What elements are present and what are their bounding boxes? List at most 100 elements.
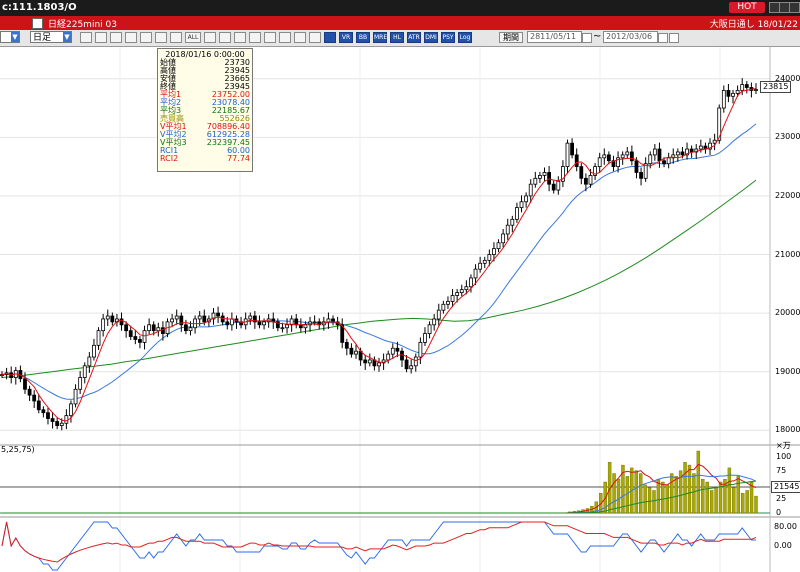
volume-bar xyxy=(683,462,687,514)
color-icon[interactable] xyxy=(279,32,291,43)
measure-icon[interactable] xyxy=(140,32,152,43)
window-title-bar: c:111.1803/O HOT xyxy=(0,0,800,16)
zoom-in-icon[interactable] xyxy=(80,32,92,43)
draw-icon[interactable] xyxy=(249,32,261,43)
move-icon[interactable] xyxy=(234,32,246,43)
candle-body xyxy=(492,248,496,255)
volume-bar xyxy=(732,487,736,514)
candle-body xyxy=(390,347,395,355)
candle-body xyxy=(469,277,473,288)
candle-body xyxy=(740,84,745,91)
trend-icon[interactable] xyxy=(219,32,231,43)
from-date-field[interactable]: 2811/05/11 xyxy=(527,31,582,43)
hot-button[interactable]: HOT xyxy=(729,2,765,13)
close-icon[interactable] xyxy=(789,2,800,13)
cross-icon[interactable] xyxy=(155,32,167,43)
candle-body xyxy=(579,166,584,179)
all-icon[interactable]: ALL xyxy=(185,32,201,43)
candle-body xyxy=(87,356,92,367)
candle-body xyxy=(27,388,32,396)
candle-body xyxy=(92,344,96,358)
candle-body xyxy=(464,286,469,291)
rsi-icon[interactable]: BB xyxy=(356,32,370,43)
candle-body xyxy=(446,300,450,305)
candle-body xyxy=(349,347,354,355)
chevron-down-icon: ▼ xyxy=(63,32,71,42)
candle-body xyxy=(482,259,487,264)
rci-tick-label: 80.00 xyxy=(774,521,797,531)
eraser-icon[interactable] xyxy=(294,32,306,43)
candle-body xyxy=(377,362,381,367)
candle-body xyxy=(639,172,643,179)
volume-bar xyxy=(692,473,696,514)
sma-icon[interactable] xyxy=(309,32,321,43)
to-date-field[interactable]: 2012/03/06 xyxy=(603,31,658,43)
candle-body xyxy=(354,350,358,355)
volume-bar xyxy=(745,490,749,514)
candle-body xyxy=(427,324,432,335)
price-tick-label: 19000 xyxy=(775,366,800,376)
rci-line xyxy=(1,521,756,571)
volume-bar xyxy=(754,495,758,514)
symbol-info-bar: 日経225mini 03 大阪日通し 18/01/22 xyxy=(0,16,800,30)
data-row-label: RCI2 xyxy=(160,154,179,163)
candle-body xyxy=(538,174,542,179)
symbol-select[interactable]: ▼ xyxy=(0,31,20,43)
candle-body xyxy=(629,151,634,162)
volume-average-line xyxy=(2,480,757,514)
range-checkbox[interactable] xyxy=(669,33,679,43)
stochastic-icon[interactable]: HL xyxy=(390,32,404,43)
eye-icon[interactable] xyxy=(204,32,216,43)
bollinger-icon[interactable] xyxy=(324,32,336,43)
candle-icon[interactable] xyxy=(110,32,122,43)
dmi-icon[interactable]: DMI xyxy=(424,32,438,43)
volume-bar xyxy=(647,487,652,514)
current-price-label: 23815 xyxy=(760,81,792,93)
candle-body xyxy=(257,321,262,326)
candle-body xyxy=(533,177,538,185)
to-date-checkbox[interactable] xyxy=(658,33,668,43)
candle-body xyxy=(735,90,740,94)
log-icon[interactable]: Log xyxy=(458,32,472,43)
candle-body xyxy=(666,157,671,165)
ichimoku-icon[interactable]: VR xyxy=(339,32,353,43)
psy-icon[interactable]: PSY xyxy=(441,32,455,43)
moving-average-3-line xyxy=(1,179,757,378)
period-button[interactable]: 期間 xyxy=(499,32,523,43)
symbol-checkbox[interactable] xyxy=(32,18,43,29)
candle-body xyxy=(69,403,73,417)
pencil-icon[interactable] xyxy=(264,32,276,43)
candle-body xyxy=(583,177,588,185)
candle-body xyxy=(413,356,418,367)
candle-body xyxy=(487,254,492,261)
zoom-out-icon[interactable] xyxy=(95,32,107,43)
candle-body xyxy=(505,224,510,235)
market-session-date: 大阪日通し 18/01/22 xyxy=(709,20,798,30)
candle-body xyxy=(620,154,625,159)
atr-icon[interactable]: ATR xyxy=(407,32,421,43)
ma3-line xyxy=(1,179,757,378)
candle-body xyxy=(202,315,207,323)
candle-body xyxy=(197,315,202,320)
volume-bar xyxy=(656,478,661,514)
ohlc-data-box: 2018/01/16 0:00:00 始値 23730 高値 23945 安値 23665… xyxy=(157,48,253,172)
symbol-name: 日経225mini 03 xyxy=(48,20,117,30)
candle-body xyxy=(731,92,735,97)
candle-body xyxy=(565,142,570,168)
candle-body xyxy=(344,341,349,349)
data-row: RCI2 77.74 xyxy=(158,155,252,163)
macd-icon[interactable]: MRE xyxy=(373,32,387,43)
candle-body xyxy=(432,318,437,326)
candle-body xyxy=(312,321,317,324)
data-rows: 始値 23730 高値 23945 安値 23665 終値 23945 平均1 23752.00 平… xyxy=(158,59,252,163)
period-select[interactable]: 日足 ▼ xyxy=(30,31,72,43)
candle-body xyxy=(524,195,529,203)
chart-area[interactable] xyxy=(0,47,800,572)
candle-body xyxy=(652,148,657,156)
from-date-checkbox[interactable] xyxy=(582,33,592,43)
grid-icon[interactable] xyxy=(125,32,137,43)
volume-bar xyxy=(687,464,692,514)
crosshair-icon[interactable] xyxy=(170,32,182,43)
candle-body xyxy=(436,309,441,320)
candle-body xyxy=(138,339,142,343)
